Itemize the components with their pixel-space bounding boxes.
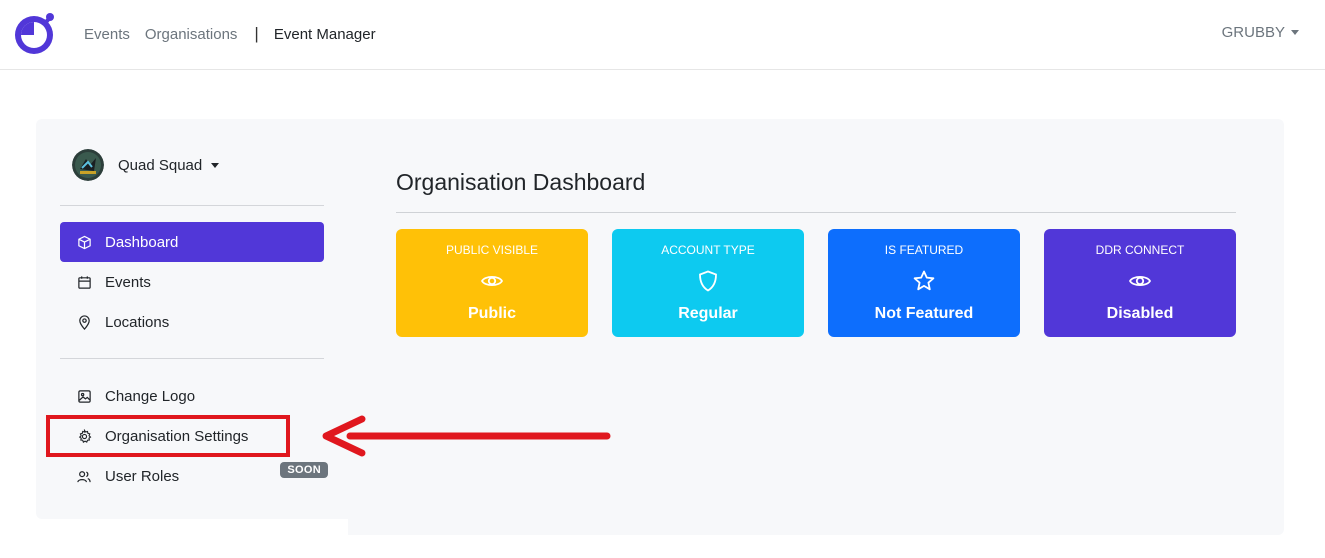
card-value: Regular <box>678 305 738 322</box>
users-icon <box>76 468 92 484</box>
sidebar-item-dashboard[interactable]: Dashboard <box>60 222 324 262</box>
nav-brand-event-manager[interactable]: Event Manager <box>274 26 376 43</box>
soon-badge: SOON <box>280 462 328 478</box>
sidebar-divider <box>60 205 324 206</box>
eye-icon <box>480 275 504 287</box>
card-is-featured: IS FEATURED Not Featured <box>828 229 1020 337</box>
sidebar-item-label: Dashboard <box>105 233 179 251</box>
nav-link-events[interactable]: Events <box>84 26 130 43</box>
card-public-visible: PUBLIC VISIBLE Public <box>396 229 588 337</box>
cube-icon <box>76 234 92 250</box>
card-label: DDR CONNECT <box>1095 243 1185 257</box>
shield-icon <box>699 270 717 292</box>
sidebar-item-label: Locations <box>105 313 170 331</box>
user-menu-dropdown[interactable]: GRUBBY <box>1222 24 1299 41</box>
sidebar: Quad Squad Dashboard Events Locations Ch… <box>36 119 348 519</box>
sidebar-item-locations[interactable]: Locations <box>60 302 324 342</box>
caret-down-icon <box>1291 30 1299 35</box>
sidebar-item-label: User Roles <box>105 467 180 485</box>
sidebar-divider <box>60 358 324 359</box>
page-title: Organisation Dashboard <box>396 169 646 195</box>
card-value: Not Featured <box>874 305 974 322</box>
card-value: Public <box>467 305 516 322</box>
caret-down-icon <box>211 162 220 168</box>
top-navbar: Events Organisations | Event Manager GRU… <box>0 0 1325 70</box>
calendar-icon <box>76 274 92 290</box>
eye-icon <box>1128 275 1152 287</box>
card-label: PUBLIC VISIBLE <box>445 243 539 257</box>
sidebar-item-user-roles[interactable]: User Roles SOON <box>60 456 328 496</box>
annotation-highlight-box <box>46 415 290 457</box>
location-pin-icon <box>76 314 92 330</box>
star-icon <box>913 270 935 291</box>
card-ddr-connect: DDR CONNECT Disabled <box>1044 229 1236 337</box>
title-divider <box>396 212 1236 213</box>
card-account-type: ACCOUNT TYPE Regular <box>612 229 804 337</box>
sidebar-item-label: Events <box>105 273 151 291</box>
org-switcher-dropdown[interactable]: Quad Squad <box>72 149 220 181</box>
main-nav: Events Organisations | Event Manager <box>84 24 376 44</box>
org-avatar <box>72 149 104 181</box>
nav-link-organisations[interactable]: Organisations <box>145 26 238 43</box>
main-content: Organisation Dashboard PUBLIC VISIBLE Pu… <box>348 119 1284 535</box>
image-icon <box>76 388 92 404</box>
sidebar-item-label: Change Logo <box>105 387 196 405</box>
card-label: ACCOUNT TYPE <box>661 243 755 257</box>
annotation-arrow-icon <box>322 415 611 457</box>
sidebar-item-change-logo[interactable]: Change Logo <box>60 376 324 416</box>
nav-separator: | <box>254 24 259 43</box>
card-label: IS FEATURED <box>884 243 964 257</box>
sidebar-item-events[interactable]: Events <box>60 262 324 302</box>
stopwatch-logo-icon[interactable] <box>11 8 61 58</box>
org-name: Quad Squad <box>118 156 203 174</box>
card-value: Disabled <box>1106 305 1174 322</box>
user-name: GRUBBY <box>1221 24 1285 41</box>
